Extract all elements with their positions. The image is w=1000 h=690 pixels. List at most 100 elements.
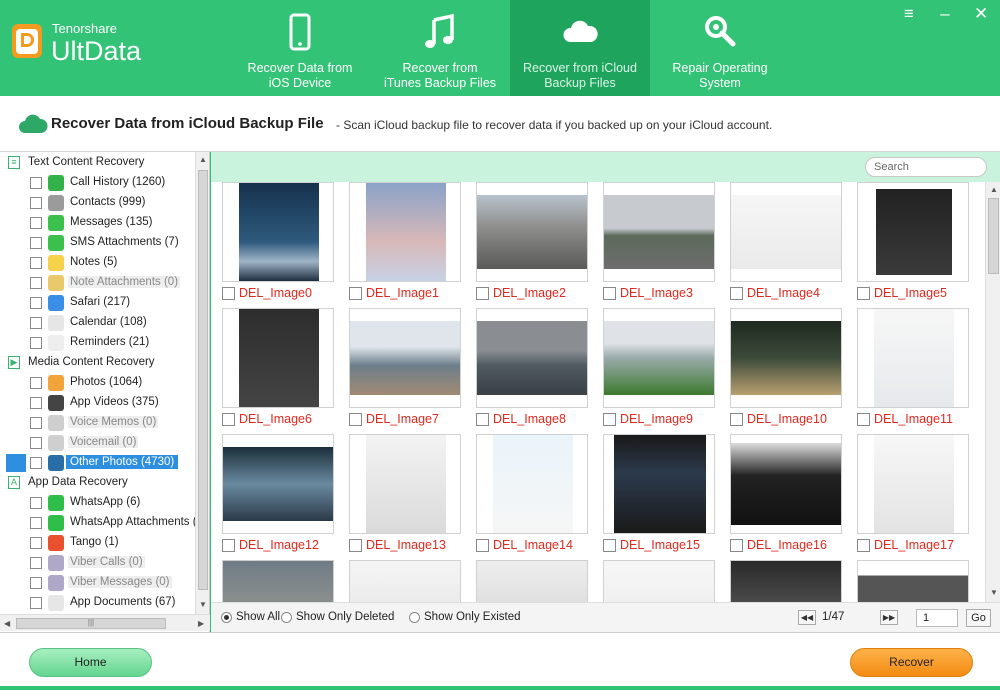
image-checkbox[interactable] xyxy=(222,413,235,426)
scroll-down-arrow-icon[interactable]: ▼ xyxy=(199,600,207,609)
tree-item-checkbox[interactable] xyxy=(30,197,42,209)
image-tile[interactable]: DEL_Image7 xyxy=(349,308,461,434)
grid-vertical-scrollbar[interactable]: ▲ ▼ xyxy=(985,182,1000,602)
tab-repair-operating-system[interactable]: Repair Operating System xyxy=(650,0,790,96)
tree-item-checkbox[interactable] xyxy=(30,537,42,549)
tree-item-checkbox[interactable] xyxy=(30,457,42,469)
tree-item[interactable]: Photos (1064) xyxy=(0,373,195,393)
previous-page-button[interactable]: ◀◀ xyxy=(798,610,816,625)
image-tile[interactable]: DEL_Image5 xyxy=(857,182,969,308)
image-tile[interactable]: DEL_Image4 xyxy=(730,182,842,308)
image-checkbox[interactable] xyxy=(603,413,616,426)
image-thumbnail[interactable] xyxy=(857,308,969,408)
image-tile[interactable]: DEL_Image2 xyxy=(476,182,588,308)
next-page-button[interactable]: ▶▶ xyxy=(880,610,898,625)
image-tile[interactable]: DEL_Image16 xyxy=(730,434,842,560)
home-button[interactable]: Home xyxy=(29,648,152,677)
image-checkbox[interactable] xyxy=(857,539,870,552)
tree-item[interactable]: WhatsApp Attachments ( xyxy=(0,513,195,533)
scroll-up-arrow-icon[interactable]: ▲ xyxy=(199,155,207,164)
tree-item[interactable]: Messages (135) xyxy=(0,213,195,233)
image-tile[interactable]: DEL_Image12 xyxy=(222,434,334,560)
tree-item[interactable]: Note Attachments (0) xyxy=(0,273,195,293)
tree-item-checkbox[interactable] xyxy=(30,397,42,409)
tree-category[interactable]: A App Data Recovery xyxy=(0,473,195,493)
scroll-down-arrow-icon[interactable]: ▼ xyxy=(990,588,998,597)
show-all-label[interactable]: Show All xyxy=(236,611,280,623)
tree-item-checkbox[interactable] xyxy=(30,417,42,429)
tree-item-checkbox[interactable] xyxy=(30,217,42,229)
show-existed-label[interactable]: Show Only Existed xyxy=(424,611,521,623)
tree-item[interactable]: Viber Messages (0) xyxy=(0,573,195,593)
tab-recover-itunes-backup[interactable]: Recover from iTunes Backup Files xyxy=(370,0,510,96)
go-button[interactable]: Go xyxy=(966,609,991,627)
tab-recover-icloud-backup[interactable]: Recover from iCloud Backup Files xyxy=(510,0,650,96)
tree-item-checkbox[interactable] xyxy=(30,377,42,389)
scroll-up-arrow-icon[interactable]: ▲ xyxy=(990,185,998,194)
image-checkbox[interactable] xyxy=(730,287,743,300)
recover-button[interactable]: Recover xyxy=(850,648,973,677)
image-checkbox[interactable] xyxy=(730,539,743,552)
image-thumbnail[interactable] xyxy=(476,560,588,602)
tree-item[interactable]: Calendar (108) xyxy=(0,313,195,333)
image-tile[interactable]: DEL_Image9 xyxy=(603,308,715,434)
image-checkbox[interactable] xyxy=(222,539,235,552)
image-checkbox[interactable] xyxy=(603,287,616,300)
menu-button[interactable]: ≡ xyxy=(902,4,916,24)
tree-item-checkbox[interactable] xyxy=(30,257,42,269)
scrollbar-thumb[interactable] xyxy=(198,170,208,590)
page-number-input[interactable]: 1 xyxy=(916,609,958,627)
image-thumbnail[interactable] xyxy=(222,560,334,602)
image-thumbnail[interactable] xyxy=(857,560,969,602)
tree-item[interactable]: Voice Memos (0) xyxy=(0,413,195,433)
image-thumbnail[interactable] xyxy=(349,308,461,408)
scrollbar-thumb[interactable] xyxy=(988,198,999,274)
show-all-radio[interactable] xyxy=(221,612,232,623)
image-thumbnail[interactable] xyxy=(222,308,334,408)
tab-recover-ios-device[interactable]: Recover Data from iOS Device xyxy=(230,0,370,96)
tree-item-checkbox[interactable] xyxy=(30,437,42,449)
tree-item-checkbox[interactable] xyxy=(30,337,42,349)
show-existed-radio[interactable] xyxy=(409,612,420,623)
minimize-button[interactable]: – xyxy=(938,4,952,24)
image-thumbnail[interactable] xyxy=(730,182,842,282)
image-tile[interactable]: DEL_Image1 xyxy=(349,182,461,308)
image-checkbox[interactable] xyxy=(476,413,489,426)
image-tile[interactable]: DEL_Image17 xyxy=(857,434,969,560)
tree-horizontal-scrollbar[interactable]: ◀ ||| ▶ xyxy=(0,614,210,631)
image-thumbnail[interactable] xyxy=(476,308,588,408)
tree-item-checkbox[interactable] xyxy=(30,557,42,569)
tree-item[interactable]: Contacts (999) xyxy=(0,193,195,213)
search-input[interactable]: Search xyxy=(865,157,987,177)
tree-item-checkbox[interactable] xyxy=(30,517,42,529)
image-checkbox[interactable] xyxy=(349,539,362,552)
tree-item[interactable]: App Documents (67) xyxy=(0,593,195,613)
tree-item[interactable]: Tango (1) xyxy=(0,533,195,553)
image-checkbox[interactable] xyxy=(476,287,489,300)
image-thumbnail[interactable] xyxy=(603,434,715,534)
image-checkbox[interactable] xyxy=(476,539,489,552)
tree-item[interactable]: Call History (1260) xyxy=(0,173,195,193)
tree-item[interactable]: Notes (5) xyxy=(0,253,195,273)
image-thumbnail[interactable] xyxy=(222,434,334,534)
tree-item-checkbox[interactable] xyxy=(30,317,42,329)
show-deleted-label[interactable]: Show Only Deleted xyxy=(296,611,394,623)
tree-item[interactable]: WhatsApp (6) xyxy=(0,493,195,513)
image-checkbox[interactable] xyxy=(603,539,616,552)
image-tile[interactable]: DEL_Image6 xyxy=(222,308,334,434)
image-checkbox[interactable] xyxy=(857,287,870,300)
image-tile[interactable]: DEL_Image0 xyxy=(222,182,334,308)
image-tile[interactable]: DEL_Image10 xyxy=(730,308,842,434)
image-tile[interactable]: DEL_Image13 xyxy=(349,434,461,560)
image-thumbnail[interactable] xyxy=(603,308,715,408)
image-thumbnail[interactable] xyxy=(349,560,461,602)
tree-category[interactable]: ▶ Media Content Recovery xyxy=(0,353,195,373)
tree-item[interactable]: App Videos (375) xyxy=(0,393,195,413)
image-checkbox[interactable] xyxy=(349,413,362,426)
tree-item-checkbox[interactable] xyxy=(30,597,42,609)
tree-item-checkbox[interactable] xyxy=(30,497,42,509)
tree-item-checkbox[interactable] xyxy=(30,297,42,309)
tree-item-checkbox[interactable] xyxy=(30,577,42,589)
image-thumbnail[interactable] xyxy=(857,182,969,282)
image-thumbnail[interactable] xyxy=(349,182,461,282)
